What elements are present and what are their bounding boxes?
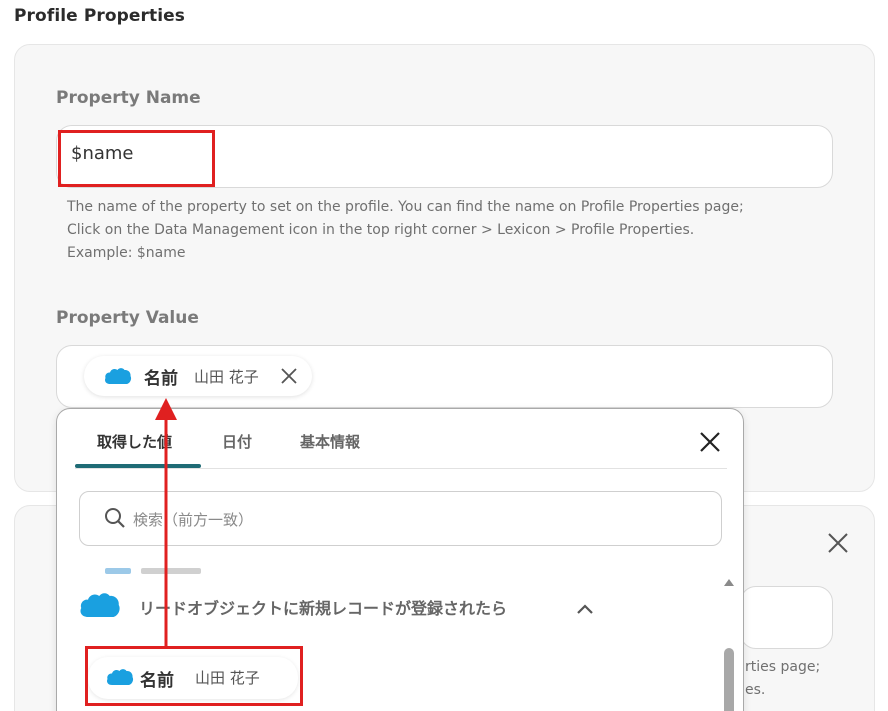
chevron-up-icon[interactable] (577, 599, 593, 618)
second-panel-input[interactable] (740, 586, 833, 649)
chip-remove-icon[interactable] (280, 367, 298, 389)
help-line: rties page; (745, 659, 821, 675)
property-name-help: The name of the property to set on the p… (67, 196, 837, 265)
search-icon (104, 507, 126, 533)
second-panel-close-icon[interactable] (827, 532, 849, 558)
salesforce-cloud-icon (79, 590, 121, 624)
group-label: リードオブジェクトに新規レコードが登録されたら (139, 599, 508, 618)
property-value-label: Property Value (56, 308, 199, 328)
dropdown-close-icon[interactable] (699, 431, 721, 457)
chip-field-name: 名前 (144, 369, 178, 389)
property-name-label: Property Name (56, 88, 201, 108)
second-panel-help: rties page; es. (745, 656, 820, 702)
highlight-box-item (85, 646, 303, 706)
search-placeholder: 検索（前方一致） (133, 511, 254, 529)
scrollbar-thumb[interactable] (724, 648, 734, 711)
highlight-box-name (58, 130, 215, 187)
help-line: Click on the Data Management icon in the… (67, 222, 695, 238)
clipped-list-item (105, 568, 225, 574)
tab-acquired-values[interactable]: 取得した値 (97, 431, 172, 452)
dropdown-scrollbar[interactable] (721, 570, 737, 711)
group-header-lead-created[interactable]: リードオブジェクトに新規レコードが登録されたら (79, 587, 699, 627)
tab-divider (75, 468, 727, 469)
chip-sample-value: 山田 花子 (194, 368, 259, 386)
property-value-chip[interactable]: 名前 山田 花子 (84, 356, 312, 396)
profile-properties-title: Profile Properties (14, 6, 186, 26)
help-line: es. (745, 682, 766, 698)
tab-basic-info[interactable]: 基本情報 (300, 431, 360, 452)
help-line: The name of the property to set on the p… (67, 199, 744, 215)
search-input[interactable]: 検索（前方一致） (79, 491, 722, 546)
help-line: Example: $name (67, 245, 186, 261)
tab-date[interactable]: 日付 (222, 431, 252, 452)
salesforce-cloud-icon (104, 366, 132, 390)
scroll-up-icon[interactable] (723, 572, 735, 591)
